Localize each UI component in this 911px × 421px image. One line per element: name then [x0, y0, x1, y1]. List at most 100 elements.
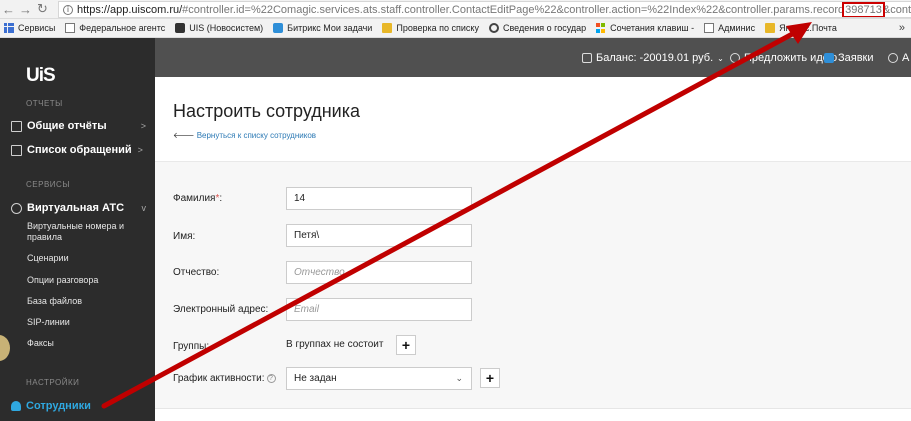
- account-menu[interactable]: А: [888, 52, 909, 64]
- groups-label: Группы:: [173, 341, 210, 352]
- mail-icon: [765, 23, 776, 33]
- first-name-field[interactable]: Петя\: [286, 224, 472, 247]
- section-services-title: СЕРВИСЫ: [26, 180, 70, 189]
- bookmark-yandex-mail[interactable]: Яндекс.Почта: [761, 23, 843, 33]
- bookmark-label: UIS (Новосистем): [189, 23, 264, 33]
- check-icon: [382, 23, 393, 33]
- help-icon[interactable]: ?: [266, 373, 276, 383]
- sidebar-item-general-reports[interactable]: Общие отчёты >: [11, 120, 146, 132]
- requests-button[interactable]: Заявки: [824, 52, 874, 64]
- last-name-field[interactable]: 14: [286, 187, 472, 210]
- bookmark-label: Админис: [718, 23, 756, 33]
- reload-icon[interactable]: ↻: [34, 0, 51, 19]
- apps-icon: [4, 23, 14, 33]
- url-tail: &controlle: [882, 3, 911, 16]
- sidebar-sub-faxes[interactable]: Факсы: [27, 338, 142, 349]
- bookmark-bitrix[interactable]: Битрикс Мои задачи: [269, 23, 378, 33]
- add-schedule-button[interactable]: +: [480, 368, 500, 388]
- schedule-select[interactable]: Не задан ⌄: [286, 367, 472, 390]
- chevron-right-icon: >: [137, 145, 143, 155]
- bookmarks-bar: Сервисы Федеральное агентс UIS (Новосист…: [0, 19, 911, 38]
- email-field[interactable]: Email: [286, 298, 472, 321]
- bitrix-icon: [273, 23, 284, 33]
- browser-toolbar: ← → ↻ i https://app.uiscom.ru/#controlle…: [0, 0, 911, 19]
- balance-text: Баланс: -20019.01 руб.: [596, 52, 714, 64]
- sidebar-item-label: Список обращений: [27, 144, 132, 156]
- page-icon: [704, 23, 715, 33]
- main-content: Настроить сотрудника 🡐 Вернуться к списк…: [155, 77, 911, 421]
- chart-icon: [11, 120, 22, 132]
- section-reports-title: ОТЧЕТЫ: [26, 99, 63, 108]
- sidebar-item-virtual-ats[interactable]: Виртуальная АТС v: [11, 202, 146, 214]
- schedule-label: График активности:?: [173, 373, 276, 384]
- bookmark-uis[interactable]: UIS (Новосистем): [171, 23, 269, 33]
- arrow-left-icon: 🡐: [173, 131, 195, 140]
- bookmark-services[interactable]: Сервисы: [0, 23, 61, 33]
- groups-value: В группах не состоит: [286, 339, 384, 350]
- last-name-label: Фамилия*:: [173, 193, 223, 204]
- requests-icon: [824, 53, 834, 63]
- bookmark-admin[interactable]: Админис: [700, 23, 761, 33]
- bookmark-gov-info[interactable]: Сведения о государ: [485, 23, 592, 33]
- sidebar-sub-scenarios[interactable]: Сценарии: [27, 253, 142, 264]
- uis-icon: [175, 23, 186, 33]
- page-icon: [65, 23, 76, 33]
- chevron-right-icon: >: [140, 121, 146, 131]
- bookmark-fed-agency[interactable]: Федеральное агентс: [61, 23, 171, 33]
- bookmark-label: Яндекс.Почта: [779, 23, 837, 33]
- chevron-down-icon: ⌄: [717, 53, 724, 63]
- sidebar-item-employees[interactable]: Сотрудники: [11, 400, 91, 412]
- back-to-employees-link[interactable]: 🡐 Вернуться к списку сотрудников: [173, 130, 316, 140]
- chevron-down-icon: ⌄: [455, 373, 463, 383]
- help-widget-icon[interactable]: [0, 335, 10, 361]
- middle-name-label: Отчество:: [173, 267, 220, 278]
- gov-icon: [488, 23, 499, 33]
- section-settings-title: НАСТРОЙКИ: [26, 378, 80, 387]
- lightbulb-icon: [730, 53, 740, 63]
- user-icon: [888, 53, 898, 63]
- bookmark-label: Проверка по списку: [396, 23, 479, 33]
- add-group-button[interactable]: +: [396, 335, 416, 355]
- sidebar-sub-sip-lines[interactable]: SIP-линии: [27, 317, 142, 328]
- sidebar-sub-virtual-numbers[interactable]: Виртуальные номера и правила: [27, 221, 142, 243]
- uis-logo[interactable]: UiS: [26, 65, 56, 87]
- wallet-icon: [582, 53, 592, 63]
- back-link-label: Вернуться к списку сотрудников: [196, 131, 317, 140]
- bookmarks-more-button[interactable]: »: [899, 22, 911, 34]
- list-icon: [11, 144, 22, 156]
- bookmark-shortcuts[interactable]: Сочетания клавиш -: [592, 23, 700, 33]
- balance-menu[interactable]: Баланс: -20019.01 руб. ⌄: [582, 52, 724, 64]
- bookmark-check-list[interactable]: Проверка по списку: [378, 23, 485, 33]
- bookmark-label: Сочетания клавиш -: [610, 23, 695, 33]
- sidebar: UiS ОТЧЕТЫ Общие отчёты > Список обращен…: [0, 38, 155, 421]
- sidebar-sub-file-base[interactable]: База файлов: [27, 296, 142, 307]
- gear-icon: [11, 202, 22, 214]
- url-record-id-highlight: 398713: [842, 2, 885, 17]
- address-bar[interactable]: i https://app.uiscom.ru/#controller.id=%…: [58, 1, 911, 18]
- account-label: А: [902, 52, 910, 64]
- url-text: https://app.uiscom.ru/#controller.id=%22…: [77, 2, 911, 17]
- page-title: Настроить сотрудника: [173, 101, 361, 121]
- back-arrow-icon[interactable]: ←: [0, 0, 17, 19]
- info-icon[interactable]: i: [63, 4, 73, 15]
- first-name-label: Имя:: [173, 231, 196, 242]
- url-path: #controller.id=%22Comagic.services.ats.s…: [182, 3, 845, 16]
- chevron-down-icon: v: [141, 203, 147, 213]
- sidebar-item-calls-list[interactable]: Список обращений >: [11, 144, 146, 156]
- top-header: Баланс: -20019.01 руб. ⌄ Предложить идею…: [155, 38, 911, 77]
- middle-name-field[interactable]: Отчество: [286, 261, 472, 284]
- suggest-idea-button[interactable]: Предложить идею: [730, 52, 837, 64]
- sidebar-item-label: Сотрудники: [26, 400, 91, 412]
- email-label: Электронный адрес:: [173, 304, 269, 315]
- requests-label: Заявки: [838, 52, 874, 64]
- bookmark-label: Битрикс Мои задачи: [287, 23, 373, 33]
- schedule-selected-value: Не задан: [294, 373, 337, 384]
- windows-icon: [596, 23, 606, 33]
- sidebar-item-label: Виртуальная АТС: [27, 202, 125, 214]
- bookmark-label: Федеральное агентс: [79, 23, 166, 33]
- bookmark-label: Сервисы: [18, 23, 56, 33]
- url-host: https://app.uiscom.ru/: [77, 3, 183, 16]
- form-footer-divider: [155, 408, 911, 421]
- sidebar-sub-call-options[interactable]: Опции разговора: [27, 275, 142, 286]
- forward-arrow-icon[interactable]: →: [17, 0, 34, 19]
